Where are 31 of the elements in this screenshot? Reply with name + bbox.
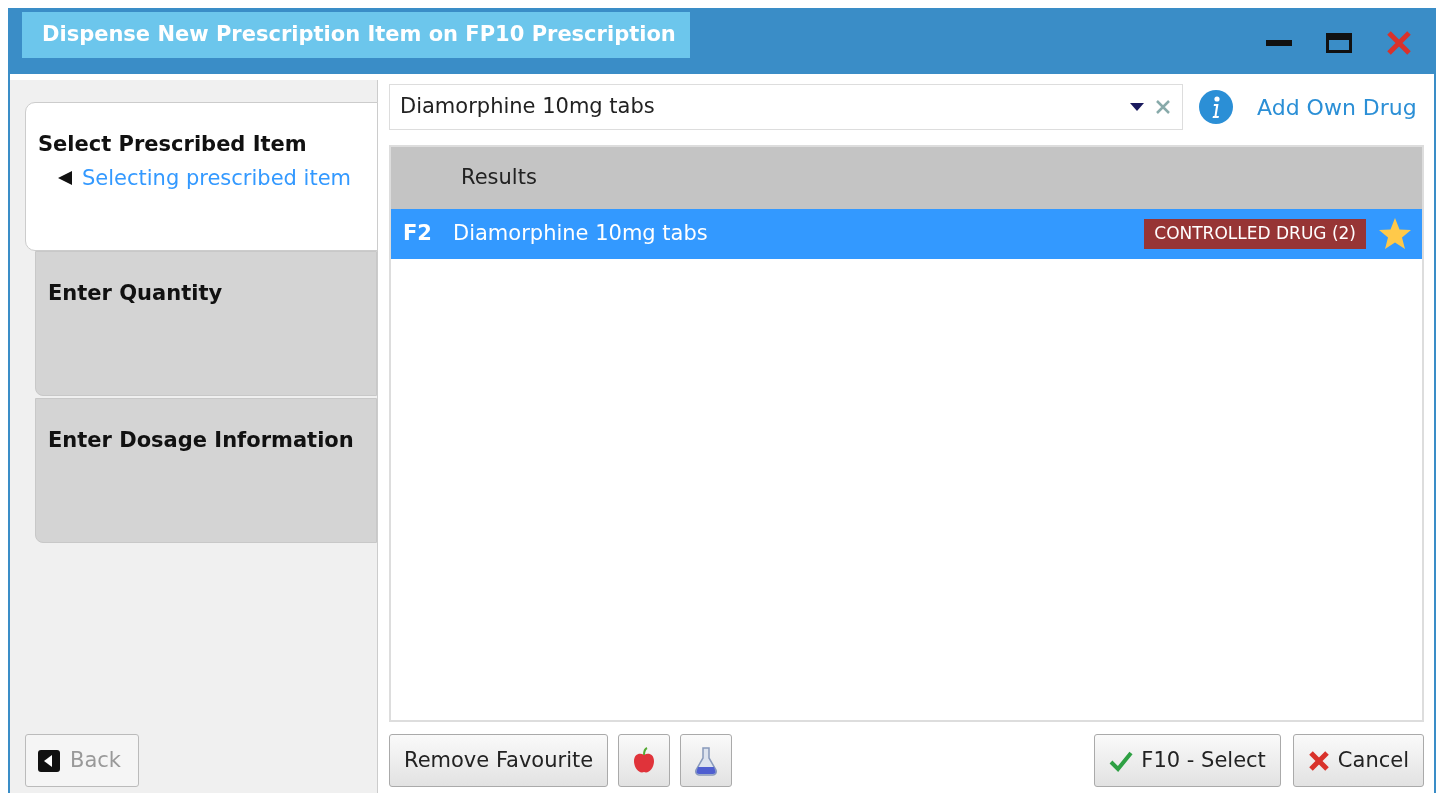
back-icon bbox=[38, 749, 60, 772]
result-row[interactable]: F2 Diamorphine 10mg tabs CONTROLLED DRUG (2) bbox=[391, 209, 1422, 259]
cancel-button[interactable]: Cancel bbox=[1292, 734, 1424, 787]
results-header: Results bbox=[391, 147, 1422, 209]
substep-text: Selecting prescribed item bbox=[82, 164, 351, 192]
add-own-drug-link[interactable]: Add Own Drug bbox=[1257, 90, 1417, 124]
maximize-icon[interactable] bbox=[1326, 33, 1352, 53]
window-title: Dispense New Prescription Item on FP10 Prescription bbox=[22, 12, 690, 58]
select-button[interactable]: F10 - Select bbox=[1094, 734, 1281, 787]
search-field[interactable]: Diamorphine 10mg tabs bbox=[389, 84, 1183, 130]
clear-icon[interactable] bbox=[1156, 100, 1170, 114]
apple-icon bbox=[632, 746, 657, 775]
shortcut-key: F2 bbox=[403, 218, 453, 250]
dropdown-icon[interactable] bbox=[1130, 103, 1144, 111]
controlled-drug-tag: CONTROLLED DRUG (2) bbox=[1144, 219, 1366, 249]
cancel-icon bbox=[1307, 749, 1330, 772]
step-label: Enter Quantity bbox=[48, 280, 223, 307]
remove-favourite-button[interactable]: Remove Favourite bbox=[389, 734, 609, 787]
info-icon[interactable] bbox=[1199, 90, 1233, 124]
step-tab[interactable]: Enter Dosage Information bbox=[35, 398, 377, 543]
pointer-icon bbox=[58, 171, 72, 186]
star-icon[interactable] bbox=[1378, 217, 1412, 251]
drug-name: Diamorphine 10mg tabs bbox=[453, 220, 709, 248]
flask-button[interactable] bbox=[680, 734, 733, 787]
flask-icon bbox=[694, 745, 719, 776]
checkmark-icon bbox=[1109, 749, 1134, 772]
step-label: Select Prescribed Item bbox=[38, 131, 307, 158]
step-tab[interactable]: Select Prescribed Item Selecting prescribed item bbox=[25, 102, 378, 251]
step-label: Enter Dosage Information bbox=[48, 427, 354, 454]
step-tab[interactable]: Enter Quantity bbox=[35, 251, 377, 396]
apple-button[interactable] bbox=[618, 734, 671, 787]
